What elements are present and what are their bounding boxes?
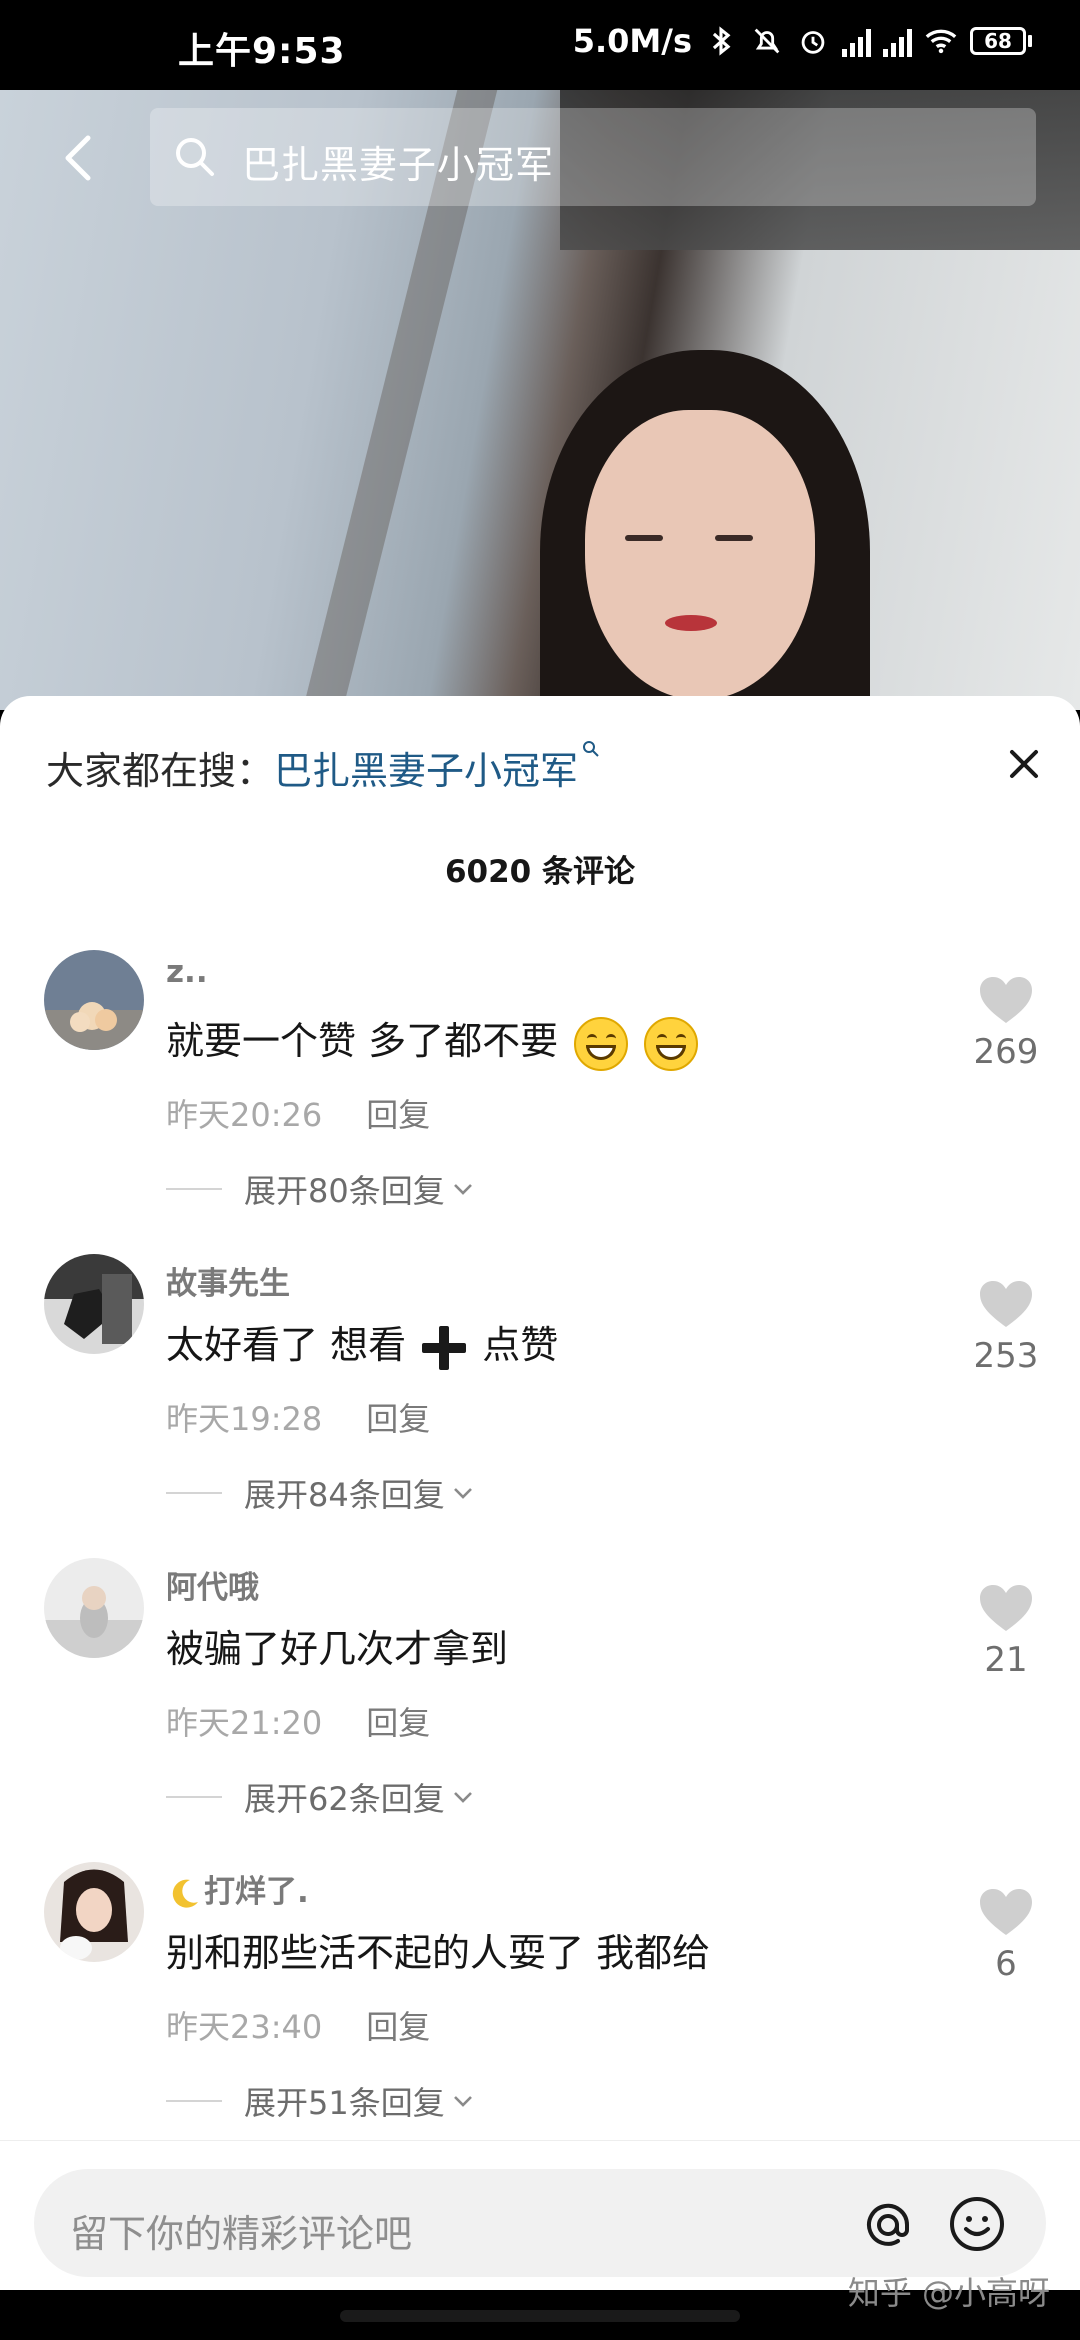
network-speed: 5.0M/s bbox=[572, 22, 692, 60]
avatar[interactable] bbox=[44, 1558, 144, 1658]
comment-username[interactable]: 故事先生 bbox=[166, 1258, 290, 1303]
expand-replies-label: 展开62条回复 bbox=[244, 1780, 445, 1818]
expand-replies-button[interactable]: 展开80条回复 bbox=[166, 1166, 477, 1212]
comment-time: 昨天19:28 bbox=[166, 1400, 323, 1438]
search-row: 巴扎黑妻子小冠军 bbox=[0, 108, 1080, 208]
home-indicator[interactable] bbox=[340, 2310, 740, 2322]
close-icon[interactable] bbox=[998, 738, 1050, 790]
like-count: 253 bbox=[973, 1336, 1039, 1376]
mute-bell-icon bbox=[754, 28, 780, 54]
comment-time: 昨天20:26 bbox=[166, 1096, 323, 1134]
wifi-icon bbox=[925, 29, 957, 54]
comment-username[interactable]: 阿代哦 bbox=[166, 1562, 259, 1607]
avatar[interactable] bbox=[44, 950, 144, 1050]
search-icon bbox=[176, 138, 214, 176]
at-mention-icon[interactable] bbox=[858, 2195, 918, 2255]
comment-time: 昨天23:40 bbox=[166, 2008, 323, 2046]
status-icons: 5.0M/s 68 bbox=[573, 22, 1032, 60]
back-arrow-icon[interactable] bbox=[50, 128, 110, 188]
chevron-down-icon bbox=[453, 1184, 472, 1195]
plus-icon bbox=[422, 1325, 467, 1370]
battery-level: 68 bbox=[970, 27, 1026, 55]
emoji-icon[interactable] bbox=[946, 2193, 1008, 2255]
like-button[interactable]: 269 bbox=[966, 976, 1046, 1072]
like-button[interactable]: 21 bbox=[966, 1584, 1046, 1680]
comment-meta: 昨天19:28 回复 bbox=[166, 1394, 430, 1440]
avatar[interactable] bbox=[44, 1862, 144, 1962]
like-button[interactable]: 6 bbox=[966, 1888, 1046, 1984]
chevron-down-icon bbox=[453, 1792, 472, 1803]
search-bar[interactable]: 巴扎黑妻子小冠军 bbox=[150, 108, 1036, 206]
like-count: 269 bbox=[973, 1032, 1039, 1072]
comment-count: 6020 条评论 bbox=[444, 854, 636, 890]
comment-sheet: 大家都在搜：巴扎黑妻子小冠军 6020 条评论 z.. 就要一个赞 多了都不要 … bbox=[0, 696, 1080, 2340]
reply-button[interactable]: 回复 bbox=[366, 1704, 430, 1742]
comment-meta: 昨天20:26 回复 bbox=[166, 1090, 430, 1136]
expand-replies-label: 展开80条回复 bbox=[244, 1172, 445, 1210]
trending-term[interactable]: 巴扎黑妻子小冠军 bbox=[274, 749, 578, 793]
expand-replies-label: 展开51条回复 bbox=[244, 2084, 445, 2122]
heart-icon bbox=[980, 1281, 1032, 1327]
comment-item: 阿代哦 被骗了好几次才拿到 昨天21:20 回复 展开62条回复 21 bbox=[0, 1556, 1080, 1856]
bluetooth-icon bbox=[712, 26, 731, 56]
trending-search[interactable]: 大家都在搜：巴扎黑妻子小冠军 bbox=[46, 740, 600, 795]
chevron-down-icon bbox=[453, 2096, 472, 2107]
signal-icon bbox=[842, 25, 871, 57]
heart-icon bbox=[980, 1585, 1032, 1631]
comment-text: 被骗了好几次才拿到 bbox=[166, 1627, 509, 1671]
reply-button[interactable]: 回复 bbox=[366, 2008, 430, 2046]
comment-meta: 昨天21:20 回复 bbox=[166, 1698, 430, 1744]
comment-item: 打烊了. 别和那些活不起的人耍了 我都给 昨天23:40 回复 展开51条回复 6 bbox=[0, 1860, 1080, 2160]
status-time: 上午9:53 bbox=[178, 31, 346, 72]
comment-username[interactable]: 打烊了. bbox=[166, 1866, 309, 1912]
comment-time: 昨天21:20 bbox=[166, 1704, 323, 1742]
search-query: 巴扎黑妻子小冠军 bbox=[242, 143, 555, 187]
heart-icon bbox=[980, 977, 1032, 1023]
comment-username[interactable]: z.. bbox=[166, 954, 208, 990]
like-count: 6 bbox=[995, 1944, 1017, 1984]
trending-prefix: 大家都在搜： bbox=[46, 749, 275, 793]
comment-item: z.. 就要一个赞 多了都不要 昨天20:26 回复 展开80条回复 269 bbox=[0, 948, 1080, 1248]
alarm-icon bbox=[801, 31, 825, 54]
like-button[interactable]: 253 bbox=[966, 1280, 1046, 1376]
comment-text: 别和那些活不起的人耍了 我都给 bbox=[166, 1931, 711, 1975]
watermark: 知乎 @小高呀 bbox=[847, 2274, 1050, 2312]
expand-replies-button[interactable]: 展开62条回复 bbox=[166, 1774, 477, 1820]
signal-icon bbox=[883, 25, 912, 57]
grin-emoji-icon bbox=[574, 1016, 629, 1071]
comment-text: 就要一个赞 多了都不要 bbox=[166, 1010, 699, 1071]
like-count: 21 bbox=[984, 1640, 1028, 1680]
expand-replies-button[interactable]: 展开51条回复 bbox=[166, 2078, 477, 2124]
comment-meta: 昨天23:40 回复 bbox=[166, 2002, 430, 2048]
battery-icon: 68 bbox=[970, 27, 1032, 55]
avatar[interactable] bbox=[44, 1254, 144, 1354]
grin-emoji-icon bbox=[644, 1016, 699, 1071]
moon-icon bbox=[172, 1879, 198, 1908]
heart-icon bbox=[980, 1889, 1032, 1935]
search-icon bbox=[583, 741, 599, 757]
expand-replies-button[interactable]: 展开84条回复 bbox=[166, 1470, 477, 1516]
comment-item: 故事先生 太好看了 想看 点赞 昨天19:28 回复 展开84条回复 253 bbox=[0, 1252, 1080, 1552]
chevron-down-icon bbox=[453, 1488, 472, 1499]
expand-replies-label: 展开84条回复 bbox=[244, 1476, 445, 1514]
comment-text: 太好看了 想看 点赞 bbox=[166, 1314, 558, 1370]
comment-input[interactable]: 留下你的精彩评论吧 bbox=[34, 2169, 1046, 2277]
status-bar: 上午9:53 5.0M/s 68 bbox=[0, 0, 1080, 90]
comment-input-placeholder: 留下你的精彩评论吧 bbox=[70, 2212, 413, 2256]
reply-button[interactable]: 回复 bbox=[366, 1400, 430, 1438]
reply-button[interactable]: 回复 bbox=[366, 1096, 430, 1134]
